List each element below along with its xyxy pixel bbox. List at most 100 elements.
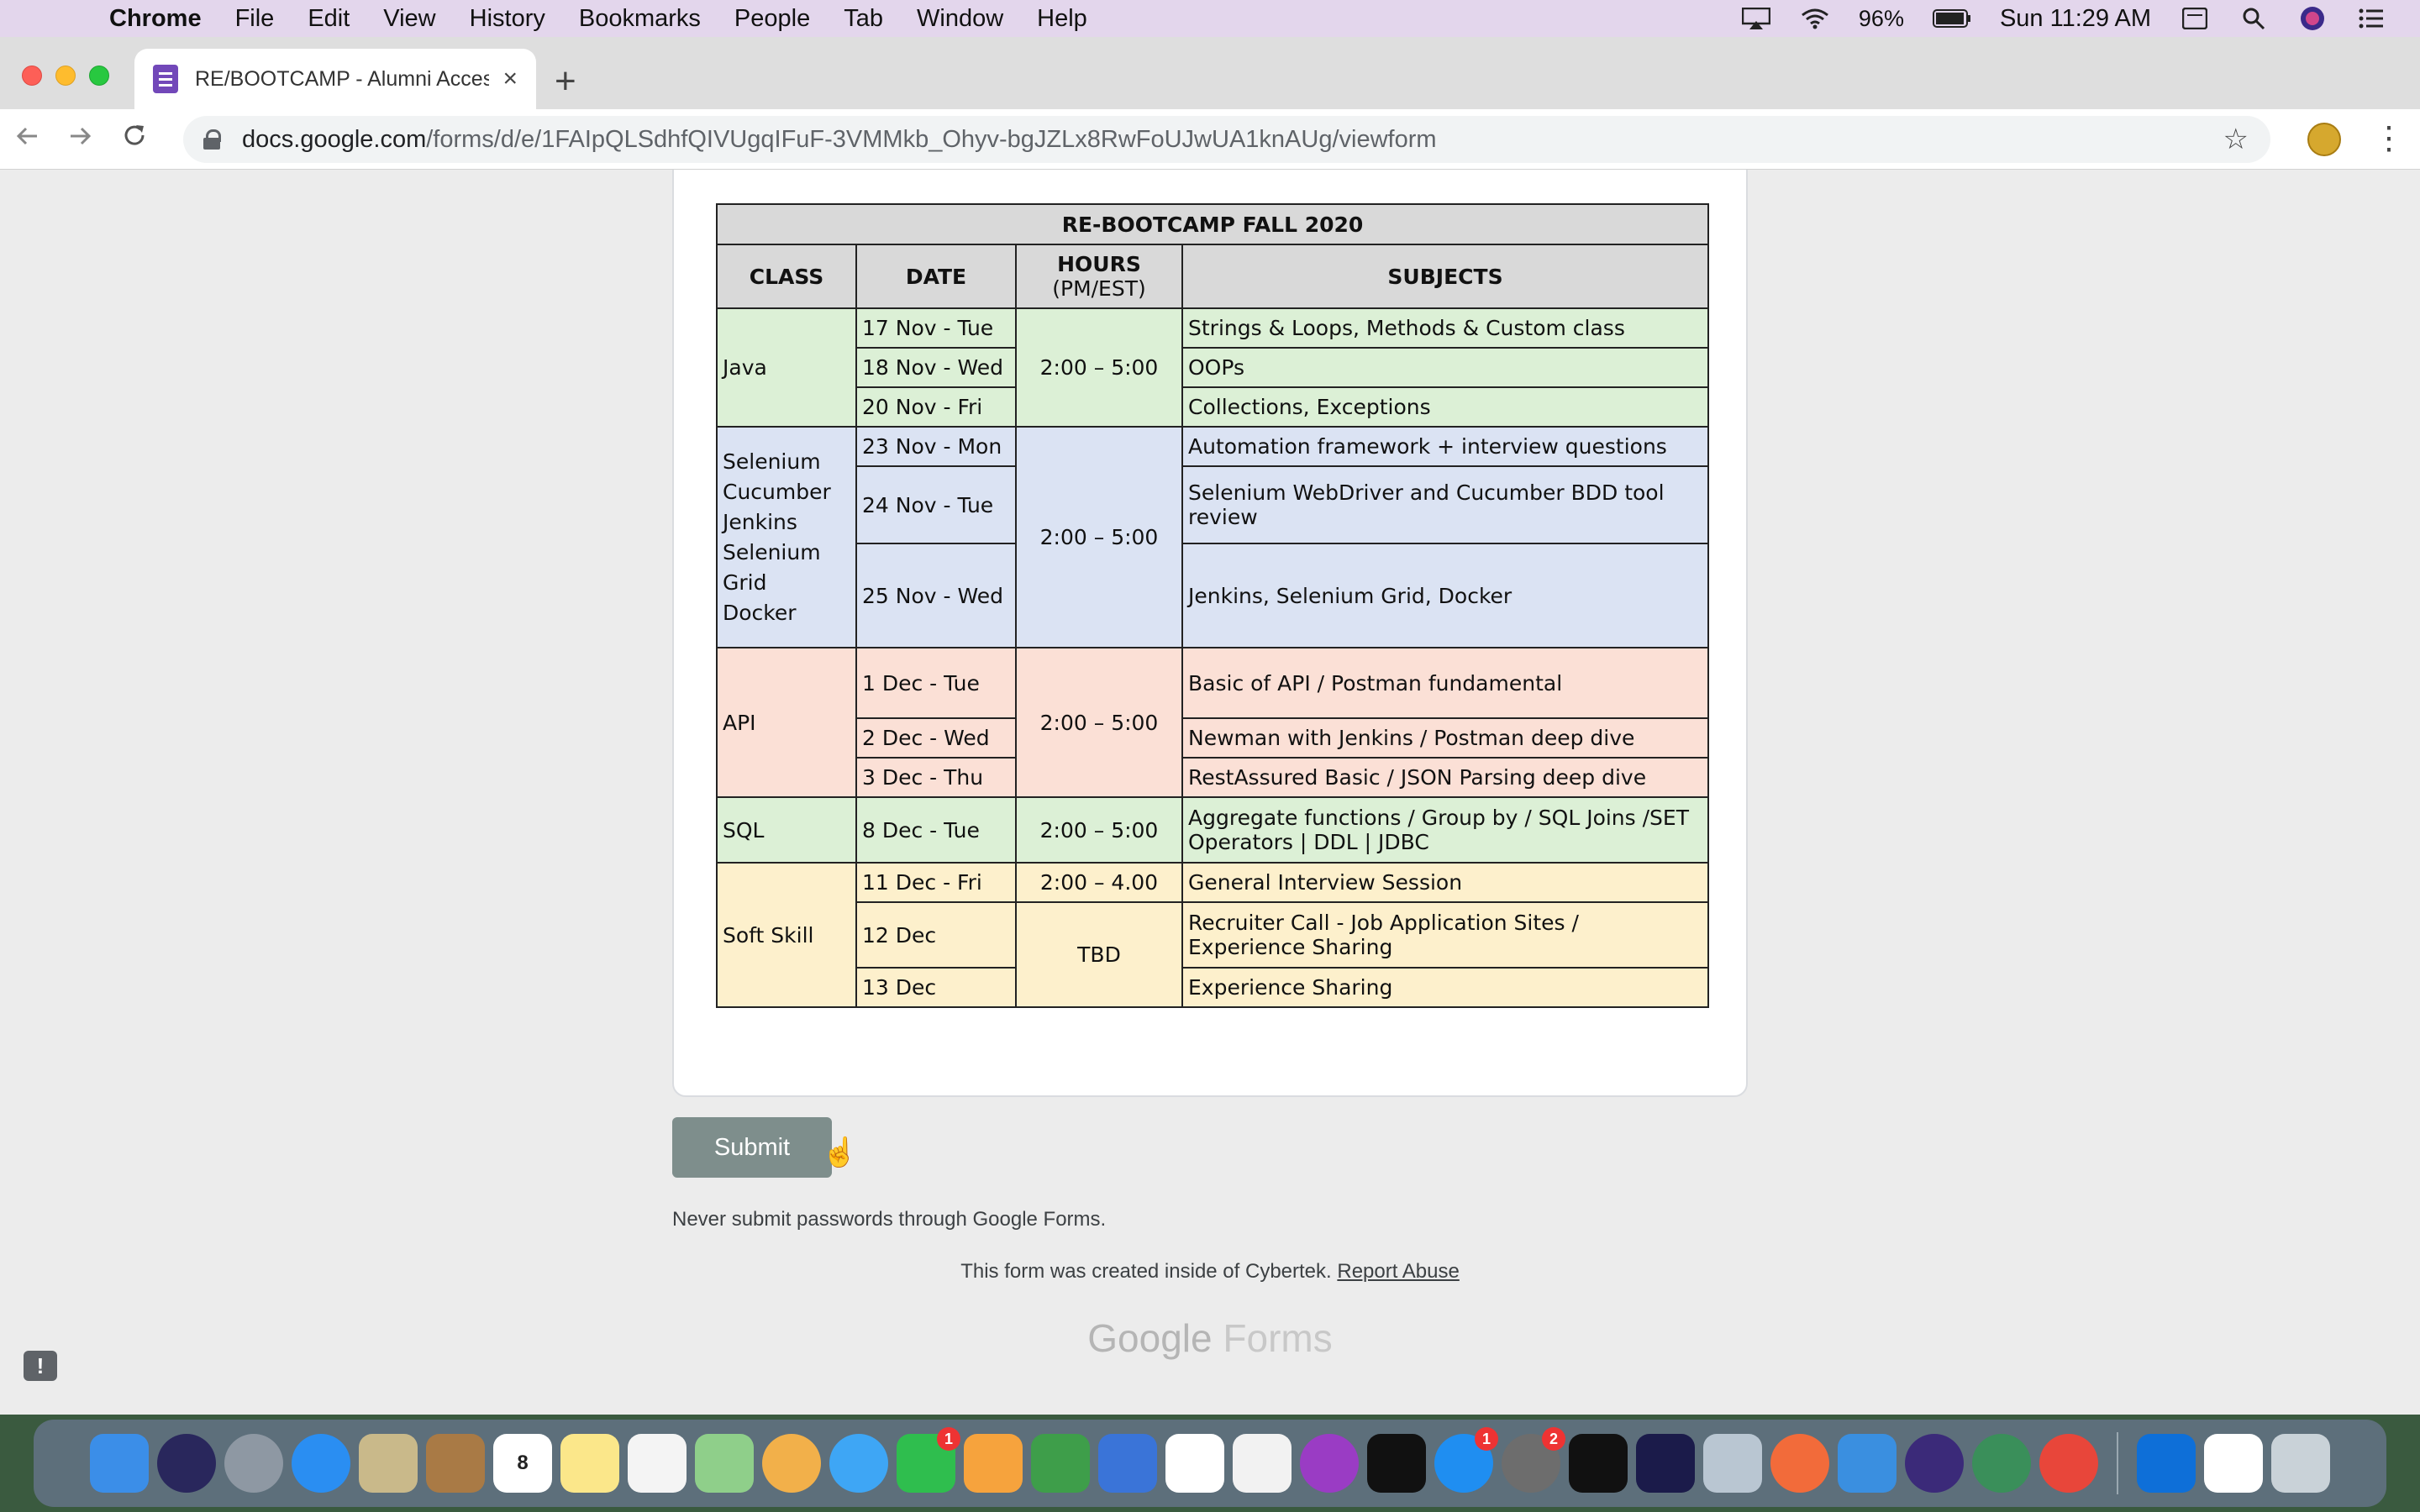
siri-icon[interactable] [2297,6,2328,31]
date-cell: 20 Nov - Fri [855,386,1017,428]
form-page: RE-BOOTCAMP FALL 2020 CLASS DATE HOURS (P… [0,170,2420,1415]
date-cell: 23 Nov - Mon [855,426,1017,467]
calendar-icon[interactable]: 8 [493,1434,552,1493]
battery-icon[interactable] [1932,6,1971,31]
keynote-icon[interactable] [1098,1434,1157,1493]
menu-app-name[interactable]: Chrome [92,5,218,33]
menu-clock[interactable]: Sun 11:29 AM [2000,5,2151,33]
database-tool-icon[interactable] [1703,1434,1762,1493]
news-icon[interactable] [1165,1434,1224,1493]
airplay-icon[interactable] [1741,6,1771,31]
date-cell: 8 Dec - Tue [855,796,1017,864]
menu-window[interactable]: Window [900,5,1020,33]
intellij-idea-ce-icon[interactable] [1636,1434,1695,1493]
subject-cell: Recruiter Call - Job Application Sites /… [1181,901,1709,969]
table-row: 25 Nov - Wed Jenkins, Selenium Grid, Doc… [717,543,1709,648]
subject-cell: Collections, Exceptions [1181,386,1709,428]
launchpad-icon[interactable] [224,1434,283,1493]
chrome-menu-icon[interactable]: ⋮ [2373,119,2405,157]
table-row: 12 Dec TBD Recruiter Call - Job Applicat… [717,901,1709,1008]
system-preferences-icon[interactable]: 2 [1502,1427,1565,1493]
wifi-icon[interactable] [1800,6,1830,31]
podcasts-icon[interactable] [1300,1434,1359,1493]
schedule-table: RE-BOOTCAMP FALL 2020 CLASS DATE HOURS (P… [716,203,1709,1008]
pages-icon[interactable] [964,1434,1023,1493]
header-hours: HOURS (PM/EST) [1015,244,1183,309]
teamviewer-icon[interactable] [2137,1434,2196,1493]
url-domain: docs.google.com [242,125,427,153]
window-minimize-button[interactable] [55,66,76,86]
finder-icon[interactable] [90,1434,149,1493]
subject-cell: Experience Sharing [1181,967,1709,1008]
class-cell: Java [716,307,857,428]
dock-separator [2117,1432,2118,1494]
new-tab-button[interactable]: + [555,60,576,102]
eclipse-icon[interactable] [1905,1434,1964,1493]
report-feedback-icon[interactable]: ! [24,1351,57,1381]
menu-view[interactable]: View [366,5,452,33]
spotlight-search-icon[interactable] [2238,6,2269,31]
photos-icon[interactable] [762,1434,821,1493]
created-text: This form was created inside of Cybertek… [960,1260,1332,1283]
profile-avatar[interactable] [2307,123,2341,156]
trash-icon[interactable] [2271,1434,2330,1493]
table-row: Soft Skill 11 Dec - Fri 2:00 – 4.00 Gene… [716,862,1709,1008]
forward-arrow-icon[interactable] [54,123,108,155]
brand-forms: Forms [1223,1316,1333,1360]
facetime-icon[interactable]: 1 [897,1427,960,1493]
schedule-title: RE-BOOTCAMP FALL 2020 [716,203,1709,245]
browser-tab-active[interactable]: RE/BOOTCAMP - Alumni Acces × [134,49,536,109]
intellij-idea-icon[interactable] [1569,1434,1628,1493]
system-preferences-badge: 2 [1542,1427,1565,1451]
mail-icon[interactable] [359,1434,418,1493]
reload-icon[interactable] [108,123,161,155]
address-bar[interactable]: docs.google.com/forms/d/e/1FAIpQLSdhfQIV… [183,116,2270,163]
bookmark-star-icon[interactable]: ☆ [2223,123,2249,156]
window-zoom-button[interactable] [89,66,109,86]
keyboard-input-icon[interactable] [2180,6,2210,31]
table-row: SQL 8 Dec - Tue 2:00 – 5:00 Aggregate fu… [716,796,1709,864]
table-row: 24 Nov - Tue Selenium WebDriver and Cucu… [717,465,1709,544]
safari-icon[interactable] [292,1434,350,1493]
contacts-icon[interactable] [426,1434,485,1493]
xcode-icon[interactable] [1838,1434,1897,1493]
menu-bookmarks[interactable]: Bookmarks [562,5,718,33]
subject-cell: Jenkins, Selenium Grid, Docker [1181,543,1709,648]
notification-center-icon[interactable] [2356,6,2386,31]
slack-icon[interactable] [2204,1434,2263,1493]
window-close-button[interactable] [22,66,42,86]
menu-tab[interactable]: Tab [827,5,900,33]
android-studio-icon[interactable] [1972,1434,2031,1493]
lock-icon[interactable] [203,129,221,150]
maps-icon[interactable] [695,1434,754,1493]
postman-icon[interactable] [1770,1434,1829,1493]
report-abuse-link[interactable]: Report Abuse [1337,1260,1459,1283]
class-cell: Selenium Cucumber Jenkins Selenium Grid … [716,426,857,648]
app-store-badge: 1 [1475,1427,1498,1451]
chrome-icon[interactable] [2039,1434,2098,1493]
apple-tv-icon[interactable] [1367,1434,1426,1493]
table-row: 20 Nov - Fri Collections, Exceptions [717,386,1709,428]
google-forms-logo[interactable]: Google Forms [0,1315,2420,1361]
music-icon[interactable] [1233,1434,1292,1493]
password-warning: Never submit passwords through Google Fo… [672,1208,1107,1231]
menu-people[interactable]: People [718,5,827,33]
menu-file[interactable]: File [218,5,292,33]
notes-icon[interactable] [560,1434,619,1493]
submit-button[interactable]: Submit [672,1117,832,1178]
menu-history[interactable]: History [453,5,562,33]
siri-app-icon[interactable] [157,1434,216,1493]
class-cell: SQL [716,796,857,864]
subject-cell: RestAssured Basic / JSON Parsing deep di… [1181,757,1709,798]
tab-close-icon[interactable]: × [502,65,518,93]
menu-help[interactable]: Help [1020,5,1104,33]
numbers-icon[interactable] [1031,1434,1090,1493]
hours-cell: TBD [1015,901,1183,1008]
menu-edit[interactable]: Edit [291,5,366,33]
app-store-icon[interactable]: 1 [1434,1427,1498,1493]
table-row: Selenium Cucumber Jenkins Selenium Grid … [716,426,1709,648]
reminders-icon[interactable] [628,1434,687,1493]
macos-menu-bar: Chrome File Edit View History Bookmarks … [0,0,2420,37]
messages-icon[interactable] [829,1434,888,1493]
back-arrow-icon[interactable] [0,123,54,155]
